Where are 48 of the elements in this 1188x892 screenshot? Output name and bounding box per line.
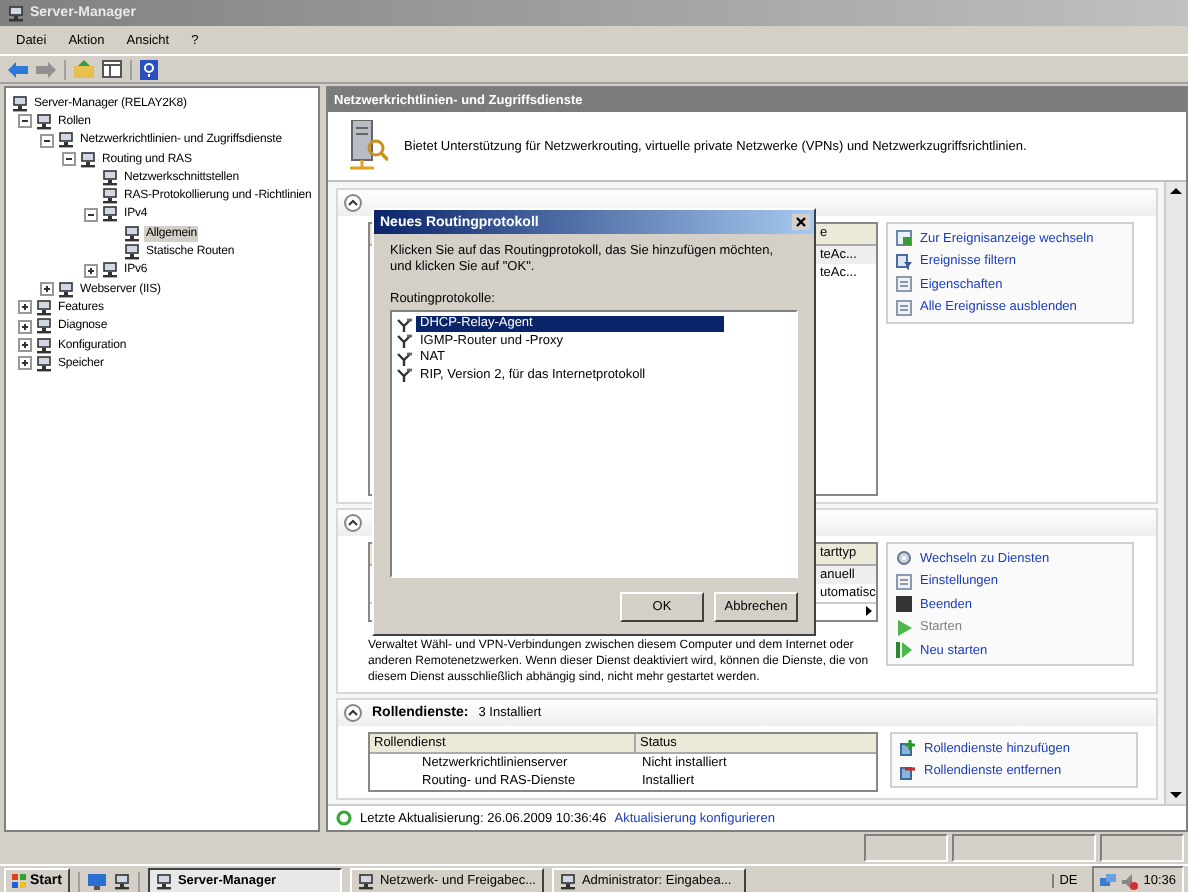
expand-toggle[interactable]	[18, 356, 32, 371]
page-icon	[896, 573, 912, 589]
scroll-up-arrow-icon[interactable]	[1166, 182, 1186, 200]
stop-icon	[896, 596, 912, 612]
filter-icon	[896, 253, 912, 269]
collapse-toggle[interactable]	[344, 194, 362, 212]
expand-toggle[interactable]	[40, 133, 54, 148]
collapse-toggle[interactable]	[344, 514, 362, 532]
computer-icon	[113, 873, 130, 889]
expand-toggle[interactable]	[84, 263, 98, 278]
computer-icon	[12, 95, 28, 112]
computer-icon	[155, 873, 172, 889]
computer-icon	[58, 281, 74, 298]
computer-icon	[58, 132, 74, 149]
scroll-down-arrow-icon[interactable]	[1166, 786, 1186, 804]
expand-toggle[interactable]	[18, 319, 32, 334]
refresh-icon	[336, 810, 352, 826]
page-icon	[896, 276, 912, 292]
expand-toggle[interactable]	[18, 338, 32, 352]
computer-icon	[80, 151, 96, 168]
computer-icon	[357, 873, 374, 889]
computer-icon	[36, 113, 52, 130]
flag-icon	[12, 874, 26, 888]
speaker-icon[interactable]	[1121, 873, 1138, 889]
close-icon[interactable]	[792, 214, 810, 230]
restart-icon	[896, 642, 912, 658]
expand-toggle[interactable]	[84, 207, 98, 222]
server-icon	[348, 120, 388, 172]
collapse-toggle[interactable]	[344, 704, 362, 722]
play-icon	[896, 619, 912, 635]
expand-toggle[interactable]	[18, 114, 32, 129]
event-viewer-icon	[896, 230, 912, 246]
add-roles-icon	[900, 740, 916, 756]
expand-toggle[interactable]	[40, 282, 54, 297]
vertical-scrollbar[interactable]	[1164, 182, 1186, 804]
remove-roles-icon	[900, 763, 916, 779]
scroll-right-arrow-icon[interactable]	[860, 604, 876, 618]
desktop-icon[interactable]	[87, 873, 106, 889]
page-icon	[896, 299, 912, 315]
expand-toggle[interactable]	[18, 300, 32, 315]
back-arrow-icon[interactable]	[8, 61, 28, 77]
computer-icon	[8, 5, 24, 21]
computer-icon	[102, 262, 118, 279]
network-tray-icon[interactable]	[1099, 873, 1116, 889]
help-icon[interactable]	[140, 59, 158, 79]
panel-icon[interactable]	[102, 60, 122, 78]
expand-toggle[interactable]	[62, 152, 76, 167]
computer-icon	[559, 873, 576, 889]
